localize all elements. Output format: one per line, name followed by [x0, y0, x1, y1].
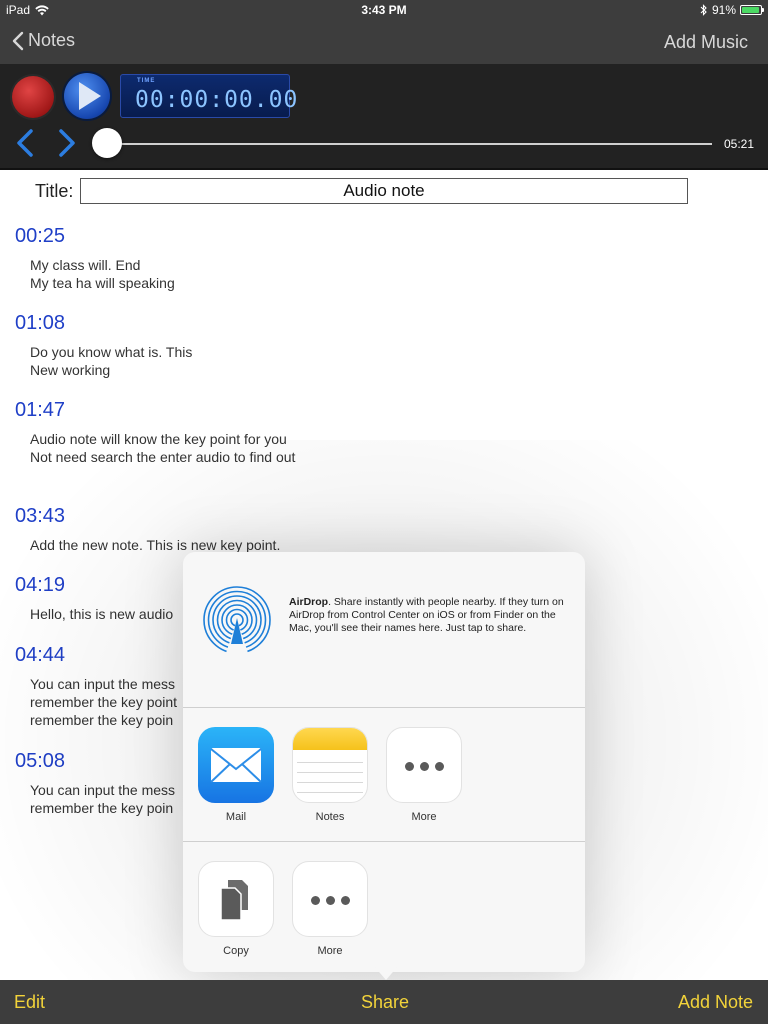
note-text: Hello, this is new audio — [30, 606, 174, 622]
note-text: Add the new note. This is new key point. — [30, 537, 281, 553]
note-text: remember the key poin — [30, 712, 174, 728]
add-music-button[interactable]: Add Music — [664, 32, 748, 53]
note-text: remember the key poin — [30, 800, 174, 816]
playback-slider-thumb[interactable] — [92, 128, 122, 158]
play-button[interactable] — [64, 73, 110, 119]
bottom-toolbar: Edit Share Add Note — [0, 980, 768, 1024]
note-text: remember the key point — [30, 694, 178, 710]
note-text: Do you know what is. This — [30, 344, 193, 360]
timer-value: 00:00:00.00 — [135, 87, 299, 113]
battery-icon — [740, 5, 764, 15]
airdrop-body: . Share instantly with people nearby. If… — [289, 596, 564, 634]
next-note-button[interactable] — [56, 128, 78, 158]
copy-icon — [198, 861, 274, 937]
note-text: You can input the mess — [30, 676, 176, 692]
share-sheet: AirDrop. Share instantly with people nea… — [183, 552, 585, 972]
more-icon — [386, 727, 462, 803]
back-label: Notes — [28, 30, 76, 50]
mail-share-button[interactable]: Mail — [198, 727, 274, 823]
note-timestamp[interactable]: 01:08 — [15, 312, 65, 335]
status-bar: iPad 3:43 PM 91% — [0, 0, 768, 20]
notes-share-button[interactable]: Notes — [292, 727, 368, 823]
airdrop-description: AirDrop. Share instantly with people nea… — [289, 596, 567, 635]
share-apps-row: Mail Notes More — [183, 708, 585, 842]
bluetooth-icon — [700, 4, 707, 16]
previous-note-button[interactable] — [14, 128, 36, 158]
note-text: Audio note will know the key point for y… — [30, 431, 287, 447]
share-actions-row: Copy More — [183, 842, 585, 972]
note-timestamp[interactable]: 05:08 — [15, 750, 65, 773]
copy-label: Copy — [223, 945, 249, 957]
back-button[interactable]: Notes — [12, 30, 75, 51]
share-button[interactable]: Share — [361, 992, 409, 1013]
airdrop-title: AirDrop — [289, 596, 329, 608]
title-label: Title: — [35, 181, 74, 201]
note-timestamp[interactable]: 04:19 — [15, 574, 65, 597]
edit-button[interactable]: Edit — [14, 992, 45, 1013]
more-apps-button[interactable]: More — [386, 727, 462, 823]
battery-percent: 91% — [711, 3, 736, 17]
note-text: New working — [30, 362, 111, 378]
more-actions-button[interactable]: More — [292, 861, 368, 957]
playback-slider-track[interactable] — [108, 143, 712, 145]
notes-label: Notes — [315, 811, 345, 823]
more-actions-label: More — [317, 945, 343, 957]
note-timestamp[interactable]: 03:43 — [15, 505, 65, 528]
airdrop-icon — [203, 586, 271, 656]
note-text: My class will. End — [30, 257, 141, 273]
play-icon — [79, 82, 101, 110]
note-text: You can input the mess — [30, 782, 176, 798]
top-bar: iPad 3:43 PM 91% Notes Add Music — [0, 0, 768, 64]
notes-icon — [292, 727, 368, 803]
navigation-bar: Notes Add Music — [0, 20, 768, 64]
note-text: My tea ha will speaking — [30, 275, 175, 291]
timer-display: TIME 00:00:00.00 — [120, 74, 297, 118]
add-note-button[interactable]: Add Note — [678, 992, 753, 1013]
popover-arrow — [374, 966, 398, 980]
record-button[interactable] — [12, 76, 54, 118]
note-timestamp[interactable]: 04:44 — [15, 644, 65, 667]
chevron-left-icon — [12, 31, 24, 50]
more-apps-label: More — [411, 811, 437, 823]
copy-button[interactable]: Copy — [198, 861, 274, 957]
duration-label: 05:21 — [723, 137, 754, 151]
more-icon — [292, 861, 368, 937]
status-time: 3:43 PM — [361, 3, 407, 17]
note-timestamp[interactable]: 00:25 — [15, 225, 65, 248]
mail-icon — [198, 727, 274, 803]
note-timestamp[interactable]: 01:47 — [15, 399, 65, 422]
timer-label: TIME — [137, 78, 156, 84]
title-input[interactable]: Audio note — [80, 178, 688, 204]
mail-label: Mail — [225, 811, 247, 823]
note-text: Not need search the enter audio to find … — [30, 449, 296, 465]
airdrop-section[interactable]: AirDrop. Share instantly with people nea… — [183, 552, 585, 708]
